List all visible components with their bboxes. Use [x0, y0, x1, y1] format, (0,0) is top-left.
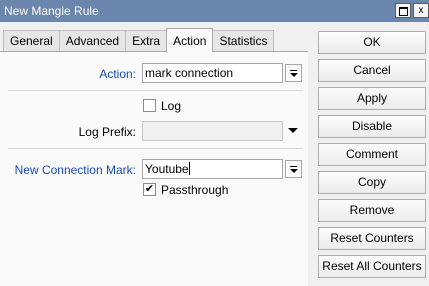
- text-caret: [188, 162, 190, 175]
- apply-button[interactable]: Apply: [318, 87, 426, 110]
- log-checkbox[interactable]: [143, 99, 156, 112]
- tab-extra[interactable]: Extra: [125, 30, 168, 52]
- remove-button[interactable]: Remove: [318, 199, 426, 222]
- new-connection-mark-input[interactable]: Youtube: [142, 159, 283, 179]
- window-controls: x: [395, 3, 429, 18]
- disable-button[interactable]: Disable: [318, 115, 426, 138]
- window-title: New Mangle Rule: [4, 4, 99, 18]
- button-column: OK Cancel Apply Disable Comment Copy Rem…: [318, 31, 426, 283]
- tab-general[interactable]: General: [3, 30, 60, 52]
- restore-icon[interactable]: [395, 3, 411, 18]
- action-panel: Action: mark connection Log Log Prefix: …: [0, 51, 308, 286]
- tab-bar: General Advanced Extra Action Statistics: [3, 28, 275, 52]
- tab-advanced[interactable]: Advanced: [58, 30, 127, 52]
- comment-button[interactable]: Comment: [318, 143, 426, 166]
- copy-button[interactable]: Copy: [318, 171, 426, 194]
- new-connection-mark-value: Youtube: [145, 162, 189, 176]
- divider: [8, 90, 303, 91]
- new-connection-mark-label: New Connection Mark:: [14, 163, 136, 177]
- new-connection-mark-dropdown-icon[interactable]: [285, 160, 302, 178]
- log-label: Log: [161, 99, 182, 113]
- action-select[interactable]: mark connection: [142, 63, 283, 83]
- cancel-button[interactable]: Cancel: [318, 59, 426, 82]
- log-prefix-input[interactable]: [142, 121, 283, 141]
- passthrough-checkbox[interactable]: ✔: [143, 183, 156, 196]
- reset-all-counters-button[interactable]: Reset All Counters: [318, 255, 426, 278]
- reset-counters-button[interactable]: Reset Counters: [318, 227, 426, 250]
- tab-statistics[interactable]: Statistics: [212, 30, 275, 52]
- tab-action[interactable]: Action: [166, 28, 214, 52]
- window-titlebar[interactable]: New Mangle Rule x: [0, 0, 429, 22]
- passthrough-label: Passthrough: [161, 183, 229, 197]
- ok-button[interactable]: OK: [318, 31, 426, 54]
- action-dropdown-icon[interactable]: [285, 64, 302, 82]
- log-prefix-label: Log Prefix:: [78, 125, 136, 139]
- divider: [8, 148, 303, 149]
- action-label: Action:: [99, 67, 136, 81]
- close-icon[interactable]: x: [413, 3, 429, 18]
- log-prefix-dropdown-icon[interactable]: [288, 128, 298, 133]
